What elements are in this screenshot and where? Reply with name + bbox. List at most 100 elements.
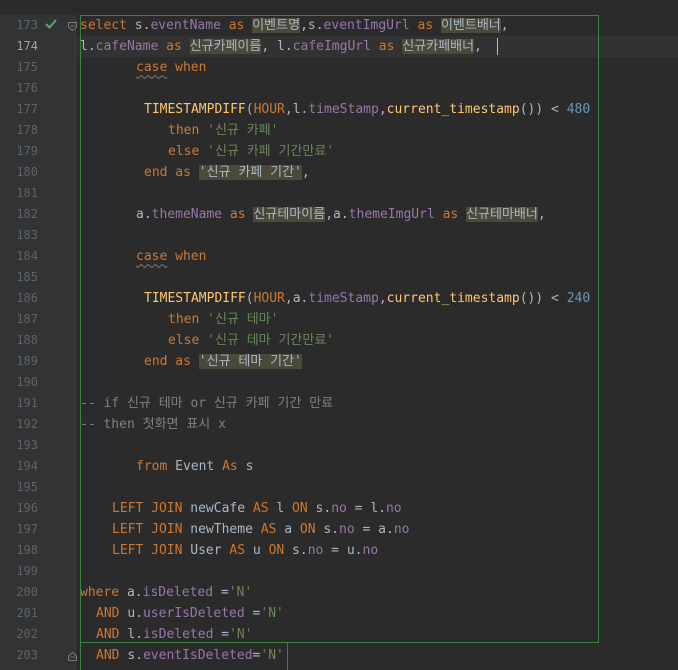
line-number[interactable]: 180 xyxy=(0,162,38,183)
line-number[interactable]: 202 xyxy=(0,624,38,645)
token: , l. xyxy=(261,39,293,54)
token: 'N' xyxy=(229,627,253,642)
text-caret xyxy=(497,38,498,55)
code-line-201[interactable]: AND u.userIsDeleted ='N' xyxy=(96,603,284,624)
token: u. xyxy=(127,606,143,621)
token: = xyxy=(213,627,230,642)
line-number[interactable]: 190 xyxy=(0,372,38,393)
line-number[interactable]: 184 xyxy=(0,246,38,267)
line-number[interactable]: 186 xyxy=(0,288,38,309)
line-number[interactable]: 173 xyxy=(0,15,38,36)
token: as xyxy=(222,207,254,222)
code-line-186[interactable]: TIMESTAMPDIFF(HOUR,a.timeStamp,current_t… xyxy=(144,288,590,309)
code-line-198[interactable]: LEFT JOIN User AS u ON s.no = u.no xyxy=(112,540,378,561)
line-number[interactable]: 193 xyxy=(0,435,38,456)
token: AS xyxy=(229,543,253,558)
line-number[interactable]: 183 xyxy=(0,225,38,246)
token: current_timestamp xyxy=(386,291,520,306)
line-number[interactable]: 188 xyxy=(0,330,38,351)
alias-highlight: 신규카페이름 xyxy=(189,39,262,54)
code-line-180[interactable]: end as '신규 카페 기간', xyxy=(144,162,310,183)
code-line-174[interactable]: l.cafeName as 신규카페이름, l.cafeImgUrl as 신규… xyxy=(80,36,482,57)
fold-start-icon[interactable] xyxy=(68,22,77,31)
token: '신규 카페' xyxy=(207,123,279,138)
code-line-178[interactable]: then '신규 카페' xyxy=(168,120,278,141)
token: ON xyxy=(292,501,316,516)
line-number[interactable]: 175 xyxy=(0,57,38,78)
token: ()) < xyxy=(519,102,567,117)
line-number[interactable]: 174 xyxy=(0,36,38,57)
token: eventIsDeleted xyxy=(142,648,253,663)
code-line-182[interactable]: a.themeName as 신규테마이름,a.themeImgUrl as 신… xyxy=(136,204,546,225)
code-line-179[interactable]: else '신규 카페 기간만료' xyxy=(168,141,334,162)
code-line-188[interactable]: else '신규 테마 기간만료' xyxy=(168,330,334,351)
code-line-173[interactable]: select s.eventName as 이벤트명,s.eventImgUrl… xyxy=(80,15,509,36)
code-line-192[interactable]: -- then 첫화면 표시 x xyxy=(80,414,226,435)
alias-highlight: 신규테마이름 xyxy=(253,207,326,222)
code-line-203[interactable]: AND s.eventIsDeleted='N' xyxy=(96,645,284,666)
code-line-196[interactable]: LEFT JOIN newCafe AS l ON s.no = l.no xyxy=(112,498,402,519)
token: User xyxy=(190,543,230,558)
alias-highlight: 이벤트명 xyxy=(252,18,301,33)
line-number[interactable]: 191 xyxy=(0,393,38,414)
token: s. xyxy=(127,648,143,663)
token: newCafe xyxy=(190,501,253,516)
token: ,a. xyxy=(325,207,349,222)
line-number[interactable]: 182 xyxy=(0,204,38,225)
line-number[interactable]: 197 xyxy=(0,519,38,540)
line-number[interactable]: 189 xyxy=(0,351,38,372)
code-line-200[interactable]: where a.isDeleted ='N' xyxy=(80,582,252,603)
line-number[interactable]: 196 xyxy=(0,498,38,519)
fold-end-icon[interactable] xyxy=(68,652,77,661)
token: '신규 카페 기간만료' xyxy=(207,144,335,159)
token: LEFT JOIN xyxy=(112,543,191,558)
code-line-194[interactable]: from Event As s xyxy=(136,456,253,477)
line-number[interactable]: 177 xyxy=(0,99,38,120)
code-line-177[interactable]: TIMESTAMPDIFF(HOUR,l.timeStamp,current_t… xyxy=(144,99,590,120)
token: as xyxy=(370,39,403,54)
code-line-189[interactable]: end as '신규 테마 기간' xyxy=(144,351,302,372)
token: end as xyxy=(144,354,199,369)
token: l xyxy=(276,501,293,516)
line-number[interactable]: 185 xyxy=(0,267,38,288)
line-number[interactable]: 181 xyxy=(0,183,38,204)
token: = u. xyxy=(323,543,363,558)
code-line-187[interactable]: then '신규 테마' xyxy=(168,309,278,330)
code-line-191[interactable]: -- if 신규 테마 or 신규 카페 기간 만료 xyxy=(80,393,333,414)
check-icon[interactable] xyxy=(44,17,58,31)
token: = xyxy=(213,585,229,600)
code-line-202[interactable]: AND l.isDeleted ='N' xyxy=(96,624,253,645)
gutter-divider xyxy=(75,15,76,670)
token: timeStamp xyxy=(308,102,379,117)
token: themeImgUrl xyxy=(348,207,435,222)
token: when xyxy=(167,249,207,264)
token: as xyxy=(158,39,190,54)
token: AS xyxy=(252,501,277,516)
token: case xyxy=(136,60,168,75)
token: HOUR xyxy=(253,291,285,306)
token: 'N' xyxy=(228,585,253,600)
token: a. xyxy=(136,207,152,222)
line-number[interactable]: 203 xyxy=(0,645,38,666)
line-number[interactable]: 198 xyxy=(0,540,38,561)
line-number[interactable]: 176 xyxy=(0,78,38,99)
token: ,a. xyxy=(284,291,309,306)
token: , xyxy=(500,18,509,33)
line-number[interactable]: 200 xyxy=(0,582,38,603)
code-line-175[interactable]: case when xyxy=(136,57,206,78)
line-number[interactable]: 199 xyxy=(0,561,38,582)
line-number[interactable]: 187 xyxy=(0,309,38,330)
line-number[interactable]: 201 xyxy=(0,603,38,624)
token: AND xyxy=(96,648,128,663)
token: end as xyxy=(144,165,199,180)
token: ( xyxy=(245,102,254,117)
line-number[interactable]: 178 xyxy=(0,120,38,141)
code-line-184[interactable]: case when xyxy=(136,246,206,267)
line-number[interactable]: 192 xyxy=(0,414,38,435)
code-line-197[interactable]: LEFT JOIN newTheme AS a ON s.no = a.no xyxy=(112,519,409,540)
token: no xyxy=(362,543,379,558)
line-number[interactable]: 179 xyxy=(0,141,38,162)
line-number[interactable]: 195 xyxy=(0,477,38,498)
token: ()) < xyxy=(519,291,567,306)
line-number[interactable]: 194 xyxy=(0,456,38,477)
